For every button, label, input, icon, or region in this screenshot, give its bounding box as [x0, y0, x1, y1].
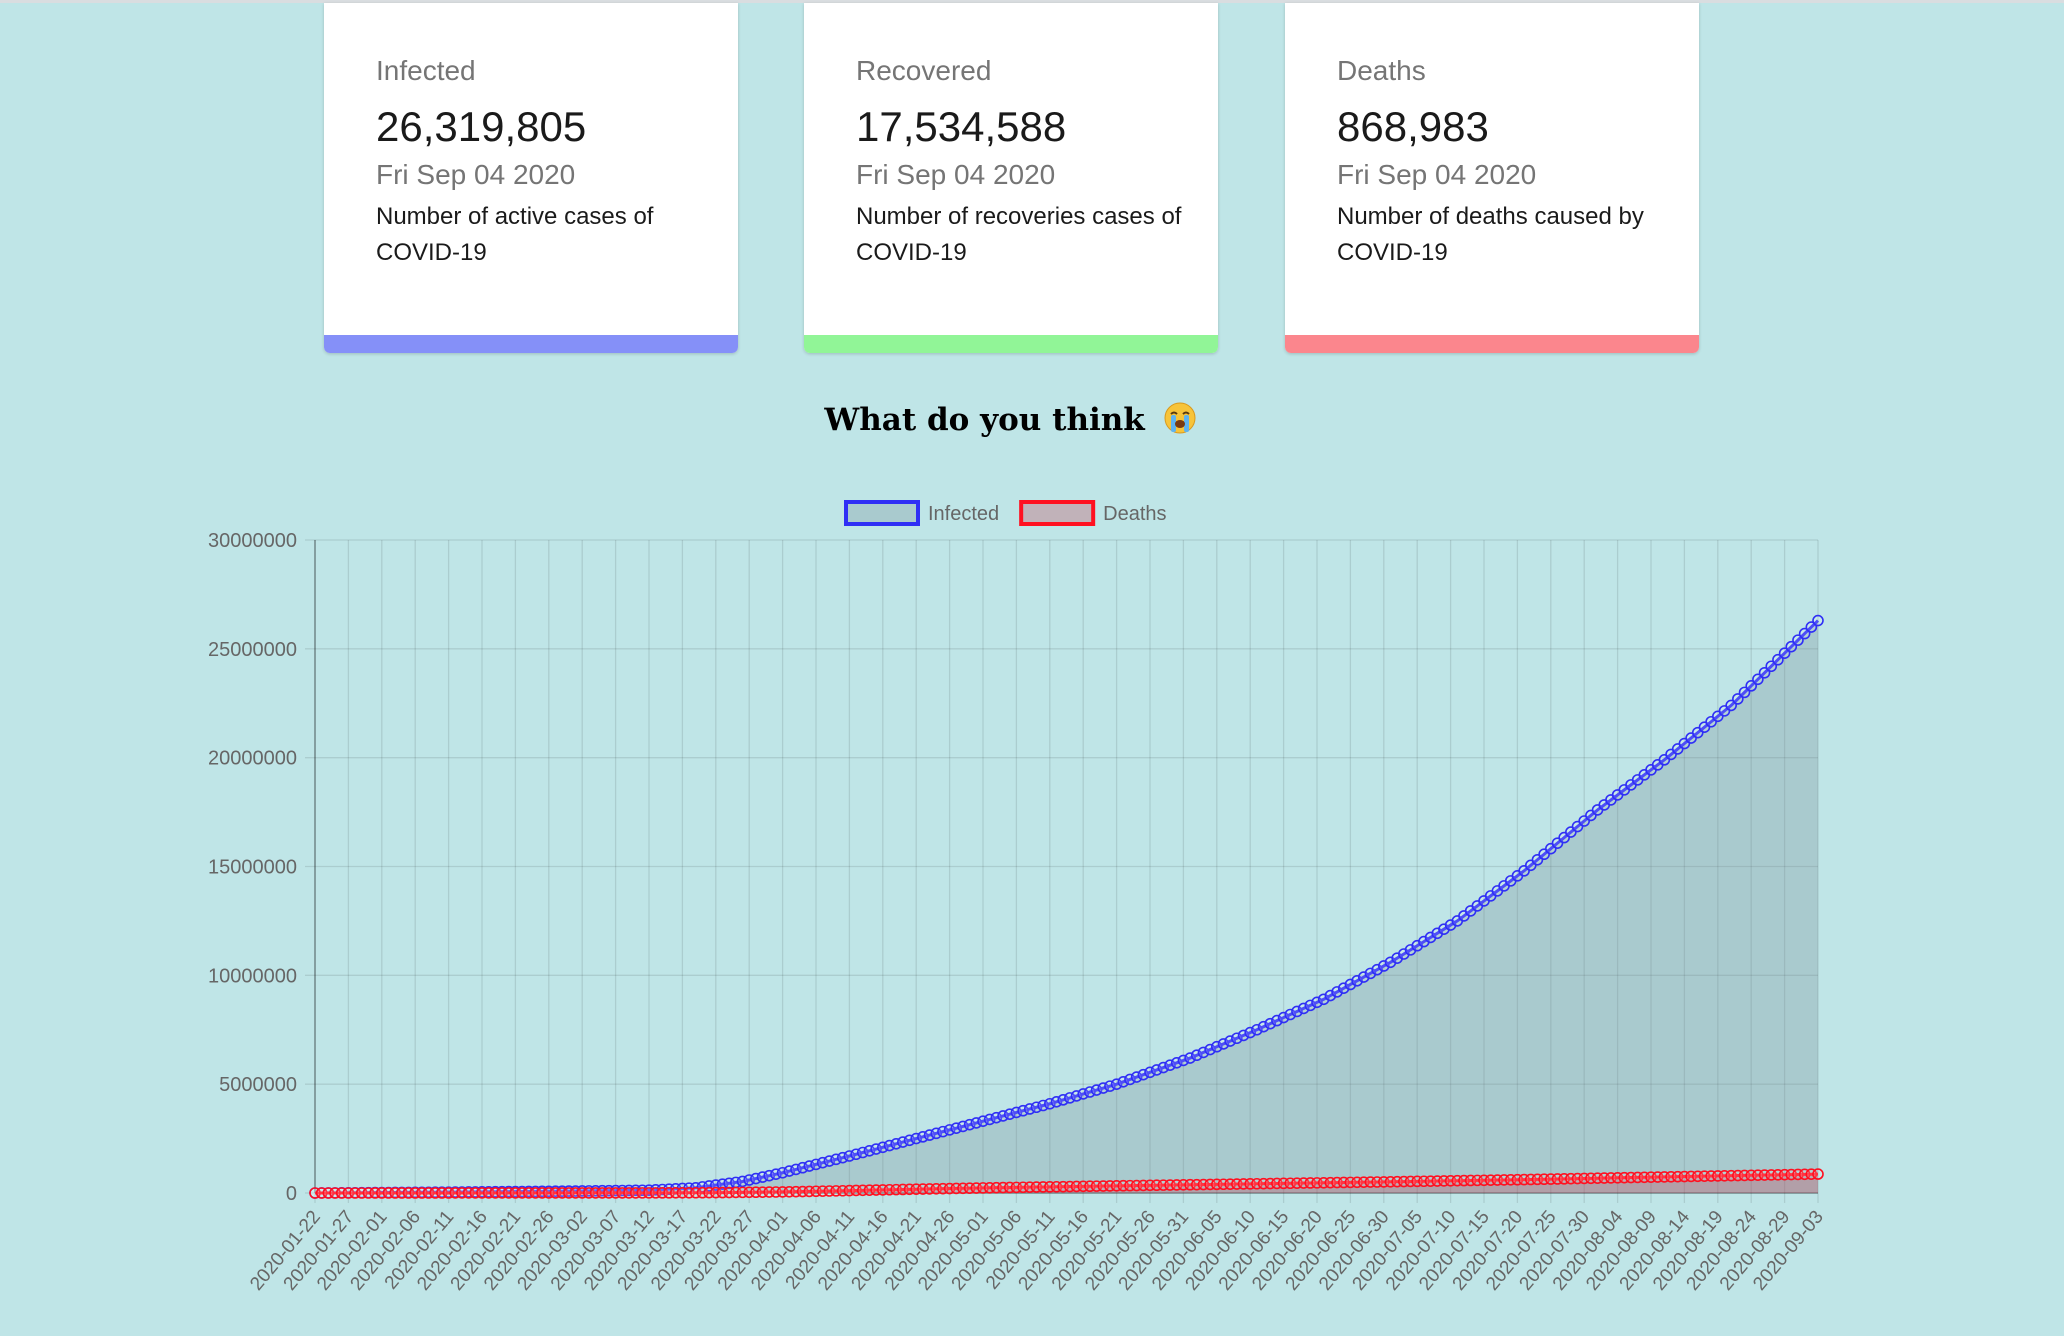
infected-date: Fri Sep 04 2020: [376, 159, 576, 190]
y-tick-label: 25000000: [208, 639, 297, 661]
y-tick-label: 10000000: [208, 965, 297, 987]
loudly-crying-face-icon: [1164, 402, 1196, 434]
cases-chart: 0 5000000 10000000 15000000 20000000 25000000…: [208, 500, 1828, 1295]
deaths-point: [1812, 1168, 1824, 1180]
recovered-count: 17,534,588: [856, 103, 1067, 150]
infected-card: Infected 26,319,805 Fri Sep 04 2020 Numb…: [324, 3, 738, 353]
infected-point: [1812, 614, 1824, 627]
page-heading: What do you think: [0, 402, 2020, 438]
y-tick-label: 20000000: [208, 748, 297, 770]
infected-description: Number of active cases of COVID-19: [376, 203, 654, 266]
infected-label: Infected: [376, 55, 476, 86]
deaths-legend-swatch: [1019, 500, 1096, 526]
deaths-color-stripe: [1285, 335, 1699, 353]
y-tick-label: 15000000: [208, 857, 297, 879]
heading-text: What do you think: [824, 402, 1145, 438]
deaths-count: 868,983: [1337, 103, 1489, 150]
deaths-date: Fri Sep 04 2020: [1337, 159, 1537, 190]
recovered-color-stripe: [804, 335, 1218, 353]
y-tick-label: 30000000: [208, 530, 297, 552]
recovered-description: Number of recoveries cases of COVID-19: [856, 203, 1182, 266]
deaths-label: Deaths: [1337, 55, 1426, 86]
infected-area: [315, 620, 1818, 1193]
infected-color-stripe: [324, 335, 738, 353]
y-tick-label: 5000000: [219, 1074, 297, 1096]
recovered-date: Fri Sep 04 2020: [856, 159, 1056, 190]
deaths-card: Deaths 868,983 Fri Sep 04 2020 Number of…: [1285, 3, 1699, 353]
recovered-card: Recovered 17,534,588 Fri Sep 04 2020 Num…: [804, 3, 1218, 353]
recovered-label: Recovered: [856, 55, 992, 86]
y-tick-label: 0: [286, 1183, 297, 1205]
infected-count: 26,319,805: [376, 103, 587, 150]
infected-legend-label: Infected: [928, 503, 999, 525]
deaths-legend-label: Deaths: [1103, 503, 1166, 525]
deaths-description: Number of deaths caused by COVID-19: [1337, 203, 1644, 266]
infected-legend-swatch: [844, 500, 920, 526]
